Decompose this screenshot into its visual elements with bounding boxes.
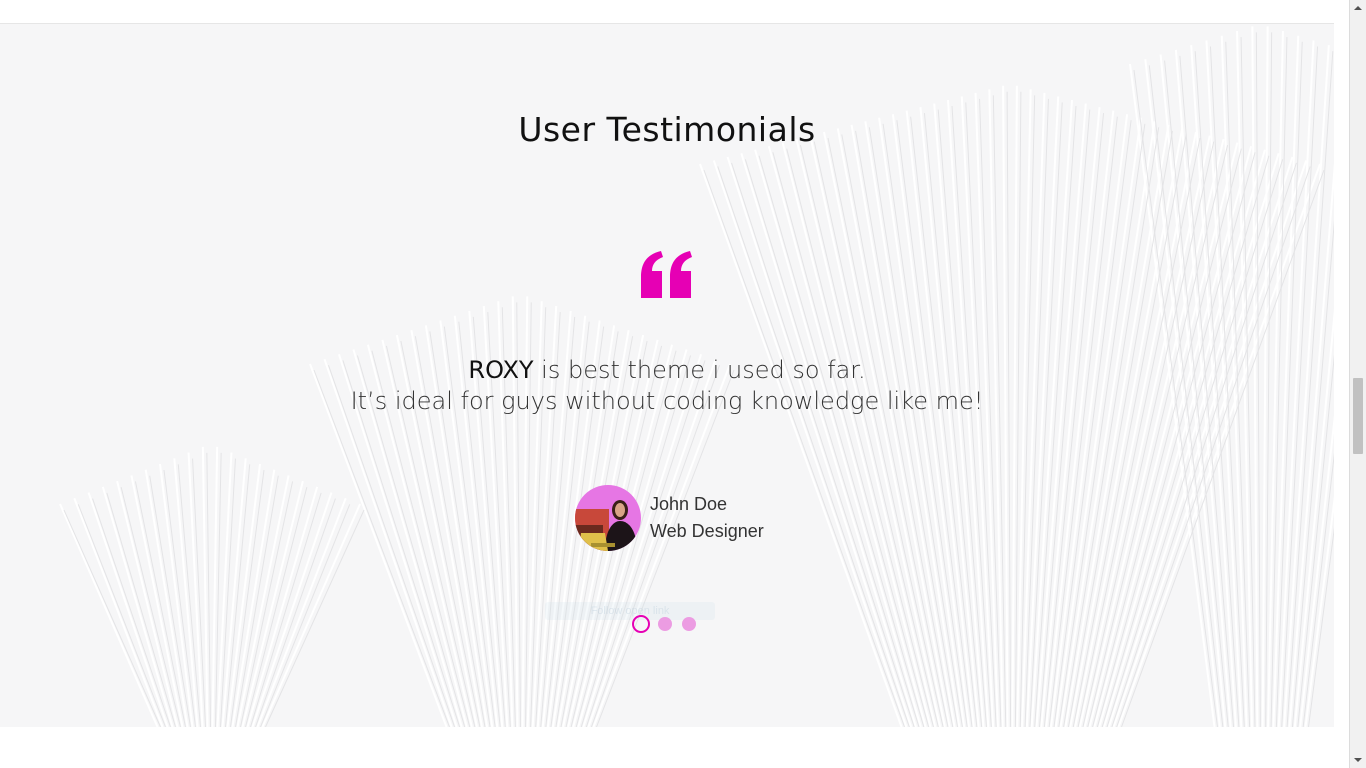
- author-name: John Doe: [650, 494, 728, 514]
- quote-line-1: is best theme i used so far.: [533, 356, 866, 384]
- carousel-dot-1[interactable]: [632, 615, 650, 633]
- scrollbar-thumb[interactable]: [1353, 378, 1363, 454]
- carousel-dots: [632, 615, 706, 633]
- testimonials-section: User Testimonials ROXY is best theme i u…: [0, 24, 1334, 727]
- avatar: [575, 485, 641, 551]
- section-title: User Testimonials: [518, 110, 816, 149]
- testimonial-author: John Doe Web Designer: [575, 485, 764, 551]
- avatar-photo: [575, 485, 641, 551]
- header-bar: [0, 0, 1334, 24]
- quote-line-2: It’s ideal for guys without coding knowl…: [350, 387, 984, 415]
- carousel-dot-3[interactable]: [682, 617, 696, 631]
- testimonial-quote: ROXY is best theme i used so far. It’s i…: [0, 355, 1334, 417]
- author-role: Web Designer: [650, 521, 764, 541]
- vertical-scrollbar[interactable]: [1349, 0, 1366, 768]
- brand-name: ROXY: [468, 356, 534, 384]
- author-meta: John Doe Web Designer: [650, 491, 764, 545]
- arrow-down-icon[interactable]: [1350, 752, 1366, 768]
- carousel-dot-2[interactable]: [658, 617, 672, 631]
- arrow-up-icon[interactable]: [1350, 0, 1366, 16]
- quote-icon: [641, 251, 692, 298]
